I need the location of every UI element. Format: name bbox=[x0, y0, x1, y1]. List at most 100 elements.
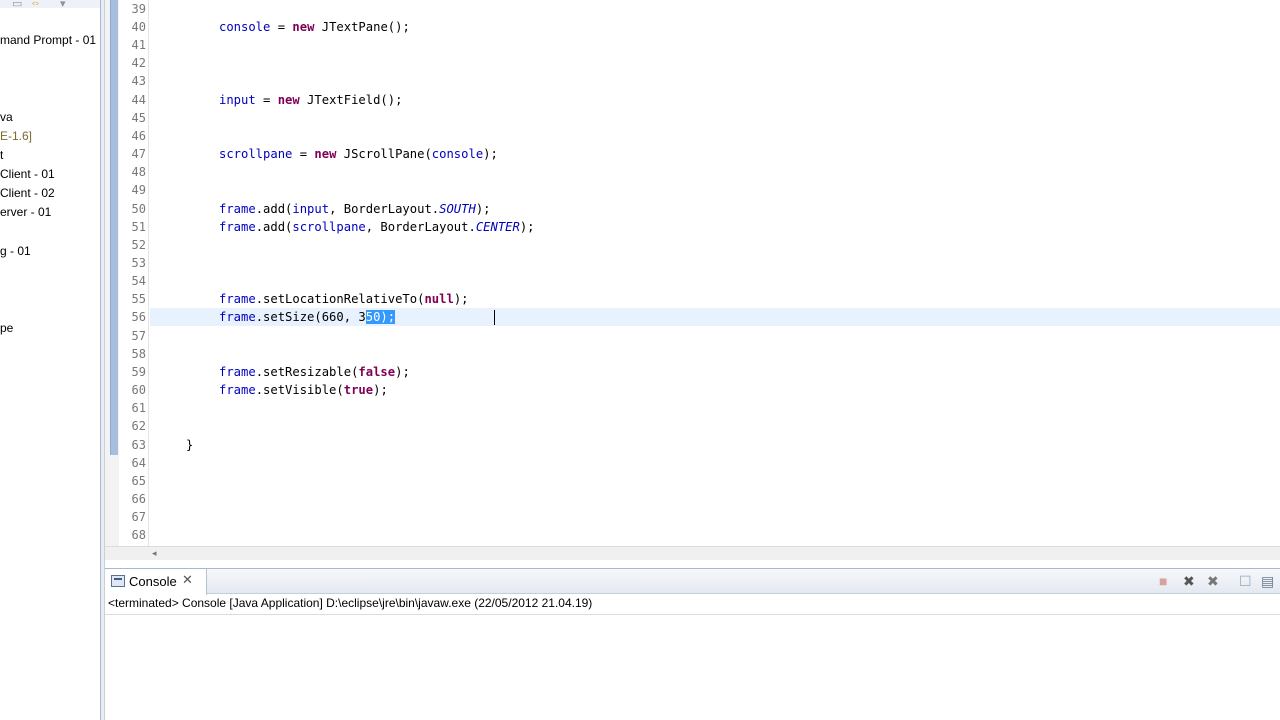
closing-brace: } bbox=[186, 438, 194, 452]
line-number: 49 bbox=[131, 183, 146, 197]
line-number: 63 bbox=[131, 438, 146, 452]
code-token: = bbox=[292, 147, 315, 161]
horizontal-scrollbar[interactable]: ◂ bbox=[105, 546, 1280, 560]
code-token: new bbox=[277, 93, 300, 107]
line-number: 66 bbox=[131, 492, 146, 506]
code-token: .setSize(660, 3 bbox=[255, 310, 366, 324]
line-number: 57 bbox=[131, 329, 146, 343]
line-number: 53 bbox=[131, 256, 146, 270]
line-number: 42 bbox=[131, 56, 146, 70]
code-token: ); bbox=[373, 383, 388, 397]
line-number: 47 bbox=[131, 147, 146, 161]
code-token: , BorderLayout. bbox=[329, 202, 440, 216]
line-number: 59 bbox=[131, 365, 146, 379]
tab-console[interactable]: Console ✕ bbox=[105, 569, 207, 595]
remove-launch-icon[interactable]: ✖ bbox=[1183, 573, 1195, 590]
code-token: true bbox=[343, 383, 374, 397]
code-line-51: frame.add(scrollpane, BorderLayout.CENTE… bbox=[219, 218, 535, 236]
console-status-label: <terminated> Console [Java Application] … bbox=[108, 596, 593, 610]
text-cursor bbox=[494, 310, 496, 325]
tree-item-jre[interactable]: E-1.6] bbox=[0, 127, 32, 146]
scroll-lock-icon[interactable]: ▤ bbox=[1261, 573, 1274, 590]
console-tab-bar: Console ✕ ■ ✖ ✖ ☐ ▤ bbox=[105, 568, 1280, 595]
code-token: input bbox=[219, 93, 256, 107]
code-token: ); bbox=[483, 147, 498, 161]
code-line-60: frame.setVisible(true); bbox=[219, 381, 388, 399]
line-number: 67 bbox=[131, 510, 146, 524]
tree-item[interactable]: erver - 01 bbox=[0, 203, 51, 222]
code-token: console bbox=[431, 147, 484, 161]
tab-label: Console bbox=[129, 574, 177, 589]
code-token: frame bbox=[219, 202, 256, 216]
tree-item[interactable]: g - 01 bbox=[0, 242, 31, 261]
code-token: frame bbox=[219, 383, 256, 397]
line-number: 46 bbox=[131, 129, 146, 143]
line-number: 62 bbox=[131, 419, 146, 433]
code-token: .setVisible( bbox=[255, 383, 344, 397]
code-token: = bbox=[270, 20, 293, 34]
code-line-40: console = new JTextPane(); bbox=[219, 18, 410, 36]
console-view: Console ✕ ■ ✖ ✖ ☐ ▤ <terminated> Console… bbox=[105, 568, 1280, 720]
code-token: ); bbox=[519, 220, 535, 234]
line-number: 39 bbox=[131, 2, 146, 16]
tree-item[interactable]: pe bbox=[0, 319, 13, 338]
line-number: 43 bbox=[131, 74, 146, 88]
code-token: CENTER bbox=[475, 220, 520, 234]
code-editor[interactable]: 39 40 41 42 43 44 45 46 47 48 49 50 51 5… bbox=[105, 0, 1280, 560]
clear-console-icon[interactable]: ☐ bbox=[1239, 573, 1252, 590]
tree-item[interactable]: va bbox=[0, 108, 13, 127]
code-area[interactable]: 39 40 41 42 43 44 45 46 47 48 49 50 51 5… bbox=[132, 0, 1280, 546]
line-number: 64 bbox=[131, 456, 146, 470]
code-token: new bbox=[292, 20, 315, 34]
line-number: 56 bbox=[131, 310, 146, 324]
terminate-icon[interactable]: ■ bbox=[1159, 573, 1167, 589]
line-number: 68 bbox=[131, 528, 146, 542]
code-token: .add( bbox=[255, 220, 293, 234]
code-token: new bbox=[314, 147, 337, 161]
code-token: = bbox=[255, 93, 278, 107]
tree-item[interactable]: Client - 02 bbox=[0, 184, 55, 203]
tree-item[interactable]: mand Prompt - 01 bbox=[0, 31, 96, 50]
code-token: scrollpane bbox=[292, 220, 366, 234]
line-number: 44 bbox=[131, 93, 146, 107]
code-token: JTextPane(); bbox=[314, 20, 410, 34]
text-selection[interactable]: 50); bbox=[365, 310, 396, 324]
code-line-56: frame.setSize(660, 350); bbox=[219, 308, 396, 326]
code-token: input bbox=[292, 202, 330, 216]
tree-item[interactable]: Client - 01 bbox=[0, 165, 55, 184]
remove-all-terminated-icon[interactable]: ✖ bbox=[1207, 573, 1219, 590]
code-token: false bbox=[358, 365, 396, 379]
line-number: 50 bbox=[131, 202, 146, 216]
line-number: 65 bbox=[131, 474, 146, 488]
line-number: 55 bbox=[131, 292, 146, 306]
code-token: JScrollPane( bbox=[336, 147, 432, 161]
code-token: .setResizable( bbox=[255, 365, 359, 379]
code-token: scrollpane bbox=[219, 147, 293, 161]
code-token: .setLocationRelativeTo( bbox=[255, 292, 425, 306]
console-icon bbox=[111, 575, 125, 587]
line-number: 48 bbox=[131, 165, 146, 179]
line-number: 52 bbox=[131, 238, 146, 252]
code-token: ); bbox=[395, 365, 410, 379]
collapse-all-icon[interactable]: ▭ bbox=[12, 0, 22, 10]
quick-diff-bar bbox=[110, 0, 118, 455]
scroll-left-icon[interactable]: ◂ bbox=[152, 548, 157, 559]
code-token: frame bbox=[219, 310, 256, 324]
code-token: ); bbox=[453, 292, 469, 306]
close-icon[interactable]: ✕ bbox=[182, 572, 193, 588]
tree-item[interactable]: t bbox=[0, 146, 3, 165]
code-token: null bbox=[424, 292, 454, 306]
line-number: 41 bbox=[131, 38, 146, 52]
code-token: SOUTH bbox=[439, 202, 476, 216]
line-number: 61 bbox=[131, 401, 146, 415]
link-with-editor-icon[interactable]: ⇔ bbox=[30, 0, 41, 9]
line-number: 45 bbox=[131, 111, 146, 125]
code-line-47: scrollpane = new JScrollPane(console); bbox=[219, 145, 498, 163]
code-line-44: input = new JTextField(); bbox=[219, 91, 402, 109]
code-token: ); bbox=[475, 202, 491, 216]
line-number: 51 bbox=[131, 220, 146, 234]
code-token: frame bbox=[219, 220, 256, 234]
line-number: 40 bbox=[131, 20, 146, 34]
code-line-50: frame.add(input, BorderLayout.SOUTH); bbox=[219, 200, 491, 218]
view-menu-icon[interactable]: ▾ bbox=[60, 0, 66, 10]
